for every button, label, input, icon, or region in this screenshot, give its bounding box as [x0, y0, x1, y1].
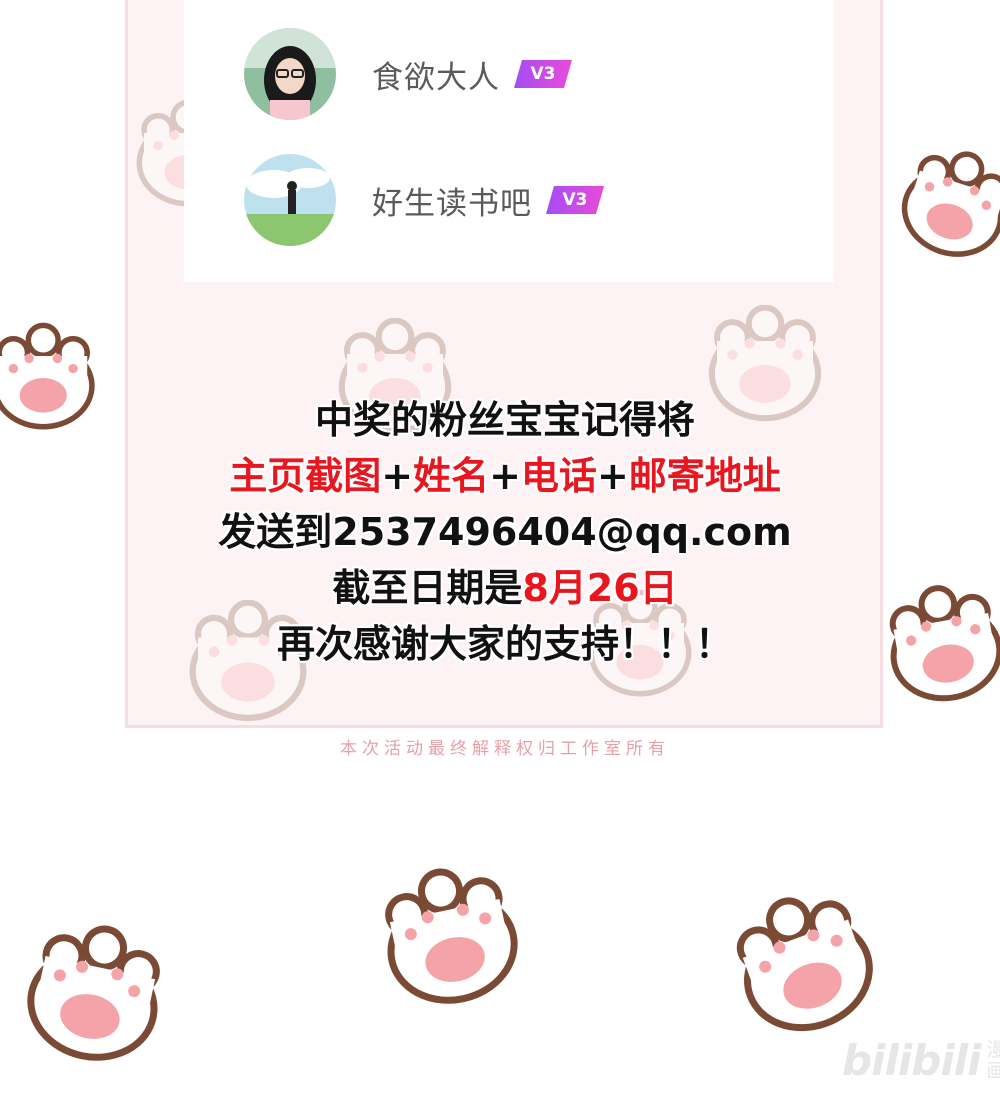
vip-level-badge: V3	[514, 60, 572, 88]
deadline-date: 8月26日	[522, 566, 678, 610]
paw-print-icon	[0, 318, 110, 438]
winners-card: 食欲大人 V3 好生读书吧 V3	[184, 0, 834, 282]
paw-print-icon	[22, 925, 167, 1065]
deadline-label: 截至日期是	[332, 566, 523, 610]
winner-row: 食欲大人 V3	[244, 26, 572, 122]
disclaimer-text: 本次活动最终解释权归工作室所有	[340, 739, 670, 759]
paw-print-icon	[378, 868, 523, 1008]
notice-highlight: 主页截图	[229, 454, 382, 498]
plus-sign: +	[489, 454, 521, 498]
winner-name: 好生读书吧	[372, 185, 532, 222]
prize-notice: 中奖的粉丝宝宝记得将 主页截图+姓名+电话+邮寄地址 发送到2537496404…	[130, 392, 880, 672]
manga-tag: 漫画	[986, 1038, 1000, 1082]
user-avatar[interactable]	[244, 154, 336, 246]
notice-line: 主页截图+姓名+电话+邮寄地址	[130, 448, 880, 504]
user-avatar[interactable]	[244, 28, 336, 120]
notice-line: 截至日期是8月26日	[130, 560, 880, 616]
notice-line: 中奖的粉丝宝宝记得将	[314, 398, 695, 442]
notice-line: 再次感谢大家的支持！！！	[276, 622, 733, 666]
winner-name: 食欲大人	[372, 59, 500, 96]
winner-row: 好生读书吧 V3	[244, 152, 604, 248]
contact-email: 发送到2537496404@qq.com	[218, 510, 792, 554]
paw-print-icon	[900, 140, 1000, 270]
vip-level-badge: V3	[546, 186, 604, 214]
plus-sign: +	[381, 454, 414, 498]
notice-highlight: 姓名	[413, 454, 490, 498]
notice-highlight: 邮寄地址	[628, 454, 781, 498]
bilibili-logo: bilibili	[842, 1036, 982, 1085]
paw-print-icon	[885, 585, 1000, 705]
plus-sign: +	[596, 454, 629, 498]
notice-highlight: 电话	[520, 454, 597, 498]
paw-print-icon	[735, 895, 875, 1035]
bilibili-watermark: bilibili 漫画	[842, 1036, 1000, 1085]
